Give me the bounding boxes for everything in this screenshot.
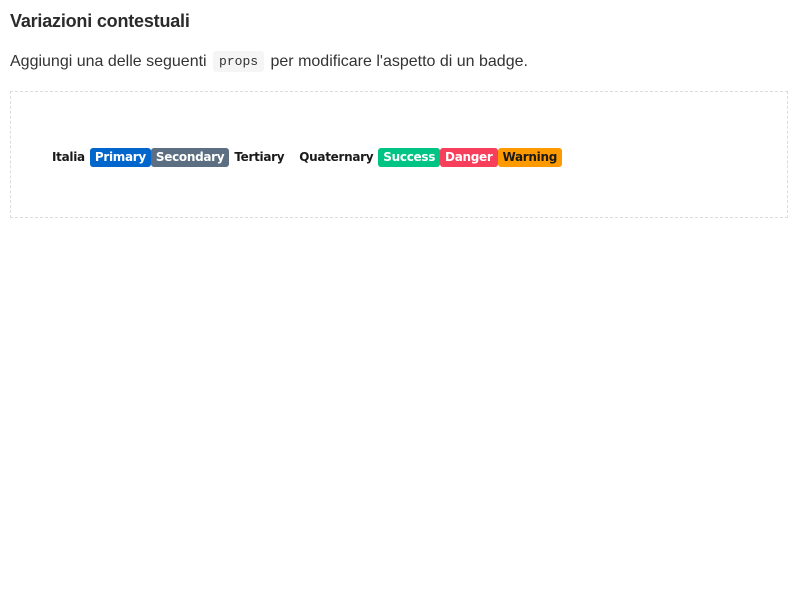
badge-secondary: Secondary: [150, 148, 230, 167]
badge-warning: Warning: [497, 148, 563, 167]
page: Variazioni contestuali Aggiungi una dell…: [0, 0, 800, 600]
badge-row: Italia Primary Secondary Tertiary Quater…: [52, 148, 563, 167]
example-preview: Italia Primary Secondary Tertiary Quater…: [10, 91, 788, 218]
badge-quaternary: Quaternary: [299, 150, 374, 164]
badge-italia: Italia: [52, 150, 85, 164]
badge-danger: Danger: [440, 148, 498, 167]
intro-text-after: per modificare l'aspetto di un badge.: [266, 53, 528, 70]
badge-primary: Primary: [89, 148, 151, 167]
section-title: Variazioni contestuali: [10, 11, 190, 31]
intro-text-before: Aggiungi una delle seguenti: [10, 53, 212, 70]
badge-tertiary: Tertiary: [234, 150, 285, 164]
badge-success: Success: [378, 148, 441, 167]
props-code: props: [213, 51, 265, 72]
section-intro: Aggiungi una delle seguenti props per mo…: [10, 51, 528, 72]
